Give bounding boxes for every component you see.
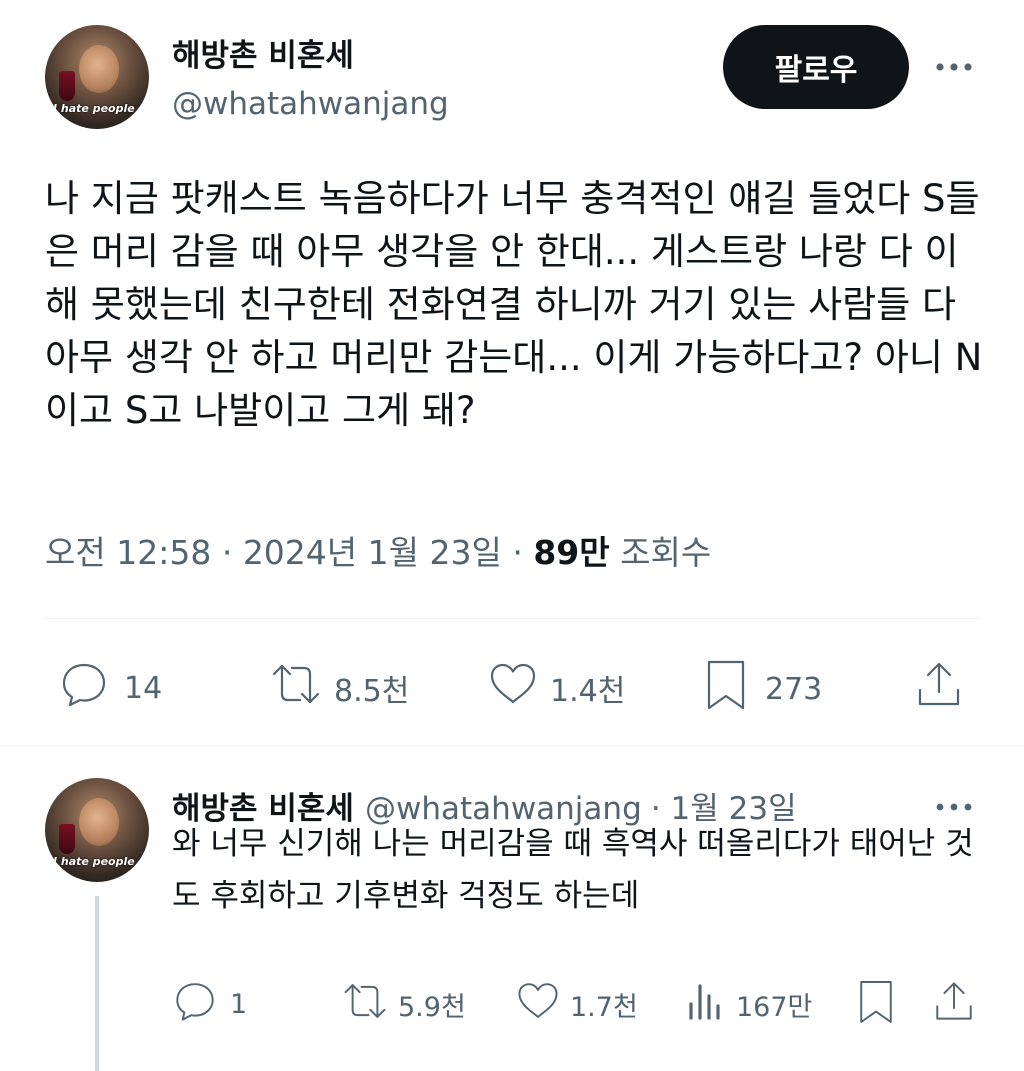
heart-icon — [514, 978, 562, 1031]
avatar-wine-glass — [59, 824, 75, 854]
follow-button[interactable]: 팔로우 — [723, 25, 909, 109]
bookmark-action[interactable]: 273 — [703, 658, 822, 720]
views-label: 조회수 — [620, 533, 712, 572]
reply-reply-count: 1 — [230, 989, 248, 1020]
reply-retweet-count: 5.9천 — [398, 992, 466, 1023]
bookmark-icon — [856, 978, 896, 1033]
reply-icon — [58, 658, 110, 718]
meta-separator: · — [512, 533, 523, 572]
avatar-face — [79, 45, 119, 93]
reply-text: 와 너무 신기해 나는 머리감을 때 흑역사 떠올리다가 태어난 것도 후회하고… — [172, 826, 974, 914]
reply-share-action[interactable] — [932, 978, 976, 1031]
reply-bookmark-action[interactable] — [856, 978, 896, 1033]
avatar-caption: I hate people — [53, 855, 135, 868]
divider — [45, 618, 979, 619]
analytics-icon — [686, 978, 726, 1031]
more-icon[interactable] — [932, 795, 976, 819]
avatar-wine-glass — [59, 71, 75, 101]
heart-icon — [486, 658, 540, 718]
tweet-date[interactable]: 2024년 1월 23일 — [243, 533, 502, 572]
retweet-icon — [340, 978, 390, 1031]
tweet-meta: 오전 12:58 · 2024년 1월 23일 · 89만 조회수 — [45, 526, 711, 574]
meta-separator: · — [221, 533, 233, 572]
share-action[interactable] — [914, 658, 964, 718]
bookmark-icon — [703, 658, 749, 720]
author-name[interactable]: 해방촌 비혼세 — [172, 30, 354, 75]
bookmark-count: 273 — [765, 671, 823, 707]
avatar-face — [79, 798, 119, 846]
author-handle[interactable]: @whatahwanjang — [172, 86, 449, 122]
reply-count: 14 — [124, 670, 163, 706]
tweet-time[interactable]: 오전 12:58 — [45, 533, 211, 572]
share-icon — [932, 978, 976, 1031]
reply-reply-action[interactable]: 1 — [172, 978, 247, 1031]
reply-retweet-action[interactable]: 5.9천 — [340, 978, 466, 1031]
avatar-caption: I hate people — [53, 102, 135, 115]
reply-author-avatar[interactable]: I hate people — [45, 778, 149, 882]
like-count: 1.4천 — [550, 674, 626, 709]
author-avatar[interactable]: I hate people — [45, 25, 149, 129]
reply-views-count: 167만 — [736, 992, 813, 1023]
retweet-icon — [268, 658, 324, 718]
like-action[interactable]: 1.4천 — [486, 658, 625, 718]
divider — [0, 745, 1024, 746]
retweet-count: 8.5천 — [334, 674, 410, 709]
views-count: 89만 — [533, 533, 610, 572]
share-icon — [914, 658, 964, 718]
reply-icon — [172, 978, 218, 1031]
tweet-text: 나 지금 팟캐스트 녹음하다가 너무 충격적인 얘길 들었다 S들은 머리 감을… — [45, 177, 983, 432]
thread-line — [95, 896, 99, 1071]
reply-like-action[interactable]: 1.7천 — [514, 978, 638, 1031]
reply-views-action[interactable]: 167만 — [686, 978, 812, 1031]
reply-action[interactable]: 14 — [58, 658, 162, 718]
more-icon[interactable] — [932, 55, 976, 79]
retweet-action[interactable]: 8.5천 — [268, 658, 409, 718]
reply-like-count: 1.7천 — [570, 992, 638, 1023]
